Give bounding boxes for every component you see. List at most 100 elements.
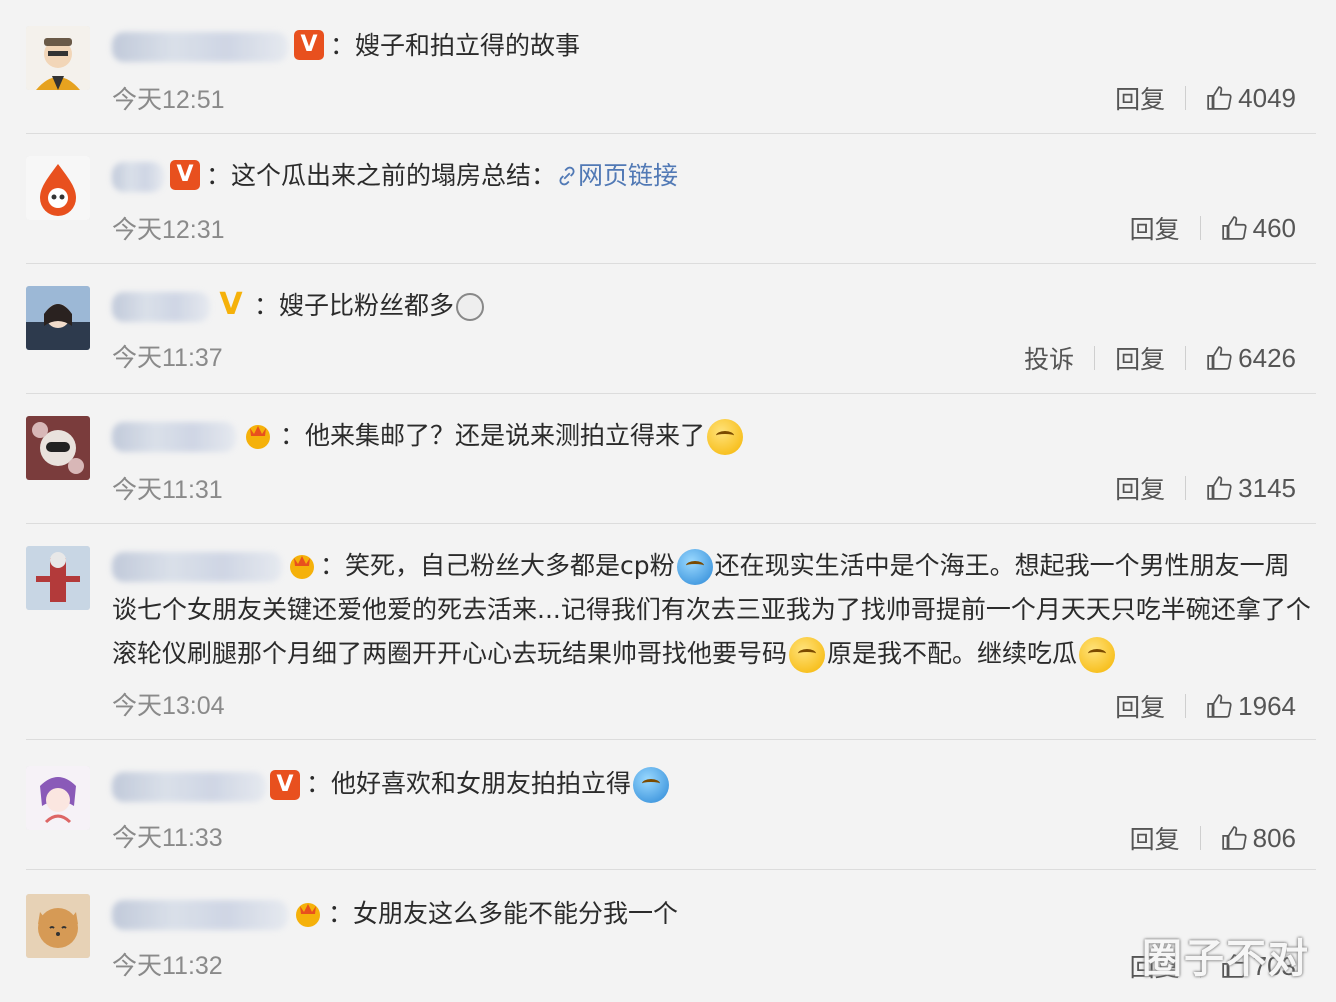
like-button[interactable]: 1964 bbox=[1206, 691, 1296, 722]
like-button[interactable]: 4049 bbox=[1206, 83, 1296, 114]
watermark: 圈子不对 bbox=[1142, 936, 1310, 982]
comment-text-line-2: 谈七个女朋友关键还爱他爱的死去活来...记得我们有次去三亚我为了找帅哥提前一个月… bbox=[112, 595, 1311, 624]
avatar[interactable] bbox=[26, 546, 90, 610]
divider bbox=[1185, 694, 1187, 718]
comment-time: 今天11:33 bbox=[112, 824, 223, 852]
comment-actions: 回复 806 bbox=[1130, 820, 1296, 856]
reply-button[interactable]: 回复 bbox=[1115, 80, 1165, 116]
comment-actions: 回复 460 bbox=[1130, 210, 1296, 246]
comment-actions: 回复 1964 bbox=[1115, 688, 1296, 724]
comment-time: 今天13:04 bbox=[112, 692, 225, 720]
comment-actions: 回复 4049 bbox=[1115, 80, 1296, 116]
like-button[interactable]: 3145 bbox=[1206, 473, 1296, 504]
reply-button[interactable]: 回复 bbox=[1130, 820, 1180, 856]
comment-time: 今天11:31 bbox=[112, 476, 223, 504]
comment-text-part: 原是我不配。继续吃瓜 bbox=[827, 639, 1078, 668]
comment-text-prefix: ：这个瓜出来之前的塌房总结： bbox=[206, 161, 557, 190]
avatar[interactable] bbox=[26, 766, 90, 830]
reply-button[interactable]: 回复 bbox=[1115, 340, 1165, 376]
verified-badge-icon: V bbox=[294, 30, 324, 60]
comment-time: 今天11:37 bbox=[112, 344, 223, 372]
comment-item: V ：嫂子比粉丝都多 今天11:37 投诉 回复 6426 bbox=[0, 260, 1336, 394]
divider bbox=[1185, 86, 1187, 110]
emoji-icon bbox=[789, 637, 826, 673]
verified-badge-icon: V bbox=[170, 160, 200, 190]
like-count: 806 bbox=[1252, 822, 1296, 853]
emoji-icon bbox=[676, 549, 713, 585]
web-link[interactable]: 网页链接 bbox=[556, 161, 678, 190]
comment-time: 今天12:51 bbox=[112, 86, 225, 114]
comment-list: V ：嫂子和拍立得的故事 今天12:51 回复 4049 V ：这个瓜出来之前的… bbox=[0, 0, 1336, 1002]
like-count: 3145 bbox=[1238, 472, 1296, 503]
verified-badge-icon: V bbox=[219, 287, 243, 322]
crown-badge-icon bbox=[292, 898, 324, 928]
comment-text: ：这个瓜出来之前的塌房总结： 网页链接 bbox=[206, 154, 678, 198]
username-blurred[interactable] bbox=[112, 162, 164, 192]
username-blurred[interactable] bbox=[112, 292, 210, 322]
reply-button[interactable]: 回复 bbox=[1115, 688, 1165, 724]
link-label: 网页链接 bbox=[578, 161, 679, 190]
divider bbox=[1199, 216, 1201, 240]
avatar[interactable] bbox=[26, 26, 90, 90]
comment-text: ：他好喜欢和女朋友拍拍立得 bbox=[306, 762, 671, 806]
comment-text-part: 滚轮仪刷腿那个月细了两圈开开心心去玩结果帅哥找他要号码 bbox=[112, 639, 788, 668]
like-button[interactable]: 806 bbox=[1221, 823, 1296, 854]
emoji-icon bbox=[1079, 637, 1116, 673]
comment-text: ：嫂子比粉丝都多 bbox=[254, 284, 486, 328]
report-button[interactable]: 投诉 bbox=[1024, 340, 1074, 376]
reply-button[interactable]: 回复 bbox=[1130, 210, 1180, 246]
comment-text-line-1: ：笑死，自己粉丝大多都是cp粉 还在现实生活中是个海王。想起我一个男性朋友一周 bbox=[320, 544, 1290, 588]
like-count: 1964 bbox=[1238, 690, 1296, 721]
comment-time: 今天12:31 bbox=[112, 216, 225, 244]
thumbs-up-icon bbox=[1221, 826, 1247, 850]
comment-item: ：女朋友这么多能不能分我一个 今天11:32 回复 703 bbox=[0, 868, 1336, 1002]
comment-item: V ：他好喜欢和女朋友拍拍立得 今天11:33 回复 806 bbox=[0, 740, 1336, 874]
comment-text-part: 还在现实生活中是个海王。想起我一个男性朋友一周 bbox=[714, 551, 1290, 580]
thumbs-up-icon bbox=[1221, 216, 1247, 240]
comment-item: V ：嫂子和拍立得的故事 今天12:51 回复 4049 bbox=[0, 0, 1336, 134]
username-blurred[interactable] bbox=[112, 552, 282, 582]
comment-text: ：嫂子和拍立得的故事 bbox=[330, 31, 581, 60]
comment-text-part: ：笑死，自己粉丝大多都是cp粉 bbox=[320, 551, 675, 580]
divider bbox=[1199, 826, 1201, 850]
reply-button[interactable]: 回复 bbox=[1115, 470, 1165, 506]
username-blurred[interactable] bbox=[112, 900, 288, 930]
username-blurred[interactable] bbox=[112, 772, 266, 802]
avatar[interactable] bbox=[26, 416, 90, 480]
username-blurred[interactable] bbox=[112, 32, 288, 62]
divider bbox=[1185, 476, 1187, 500]
link-icon bbox=[559, 166, 575, 186]
like-count: 6426 bbox=[1238, 342, 1296, 373]
comment-text-main: ：他好喜欢和女朋友拍拍立得 bbox=[306, 769, 632, 798]
comment-actions: 回复 3145 bbox=[1115, 470, 1296, 506]
comment-item: ：他来集邮了？还是说来测拍立得来了 今天11:31 回复 3145 bbox=[0, 390, 1336, 524]
username-blurred[interactable] bbox=[112, 422, 236, 452]
crown-badge-icon bbox=[286, 550, 318, 580]
emoji-icon bbox=[707, 419, 744, 455]
thumbs-up-icon bbox=[1207, 476, 1232, 500]
comment-actions: 投诉 回复 6426 bbox=[1024, 340, 1296, 376]
divider bbox=[1185, 346, 1187, 370]
comment-item: V ：这个瓜出来之前的塌房总结： 网页链接 今天12:31 回复 460 bbox=[0, 130, 1336, 264]
thumbs-up-icon bbox=[1207, 86, 1232, 110]
emoji-icon bbox=[633, 767, 670, 803]
like-count: 460 bbox=[1252, 212, 1296, 243]
avatar[interactable] bbox=[26, 894, 90, 958]
avatar[interactable] bbox=[26, 156, 90, 220]
divider bbox=[1094, 346, 1096, 370]
comment-text: ：他来集邮了？还是说来测拍立得来了 bbox=[280, 414, 745, 458]
like-button[interactable]: 6426 bbox=[1206, 343, 1296, 374]
like-count: 4049 bbox=[1238, 82, 1296, 113]
crown-badge-icon bbox=[242, 420, 274, 450]
like-button[interactable]: 460 bbox=[1221, 213, 1296, 244]
comment-text-main: ：他来集邮了？还是说来测拍立得来了 bbox=[280, 421, 706, 450]
verified-badge-icon: V bbox=[270, 770, 300, 800]
comment-text-main: ：嫂子比粉丝都多 bbox=[254, 291, 455, 320]
comment-text-line-3: 滚轮仪刷腿那个月细了两圈开开心心去玩结果帅哥找他要号码 原是我不配。继续吃瓜 bbox=[112, 632, 1117, 676]
comment-time: 今天11:32 bbox=[112, 952, 223, 980]
emoji-icon bbox=[456, 293, 485, 321]
avatar[interactable] bbox=[26, 286, 90, 350]
comment-text: ：女朋友这么多能不能分我一个 bbox=[328, 899, 679, 928]
thumbs-up-icon bbox=[1207, 346, 1232, 370]
comment-item: ：笑死，自己粉丝大多都是cp粉 还在现实生活中是个海王。想起我一个男性朋友一周 谈… bbox=[0, 520, 1336, 740]
